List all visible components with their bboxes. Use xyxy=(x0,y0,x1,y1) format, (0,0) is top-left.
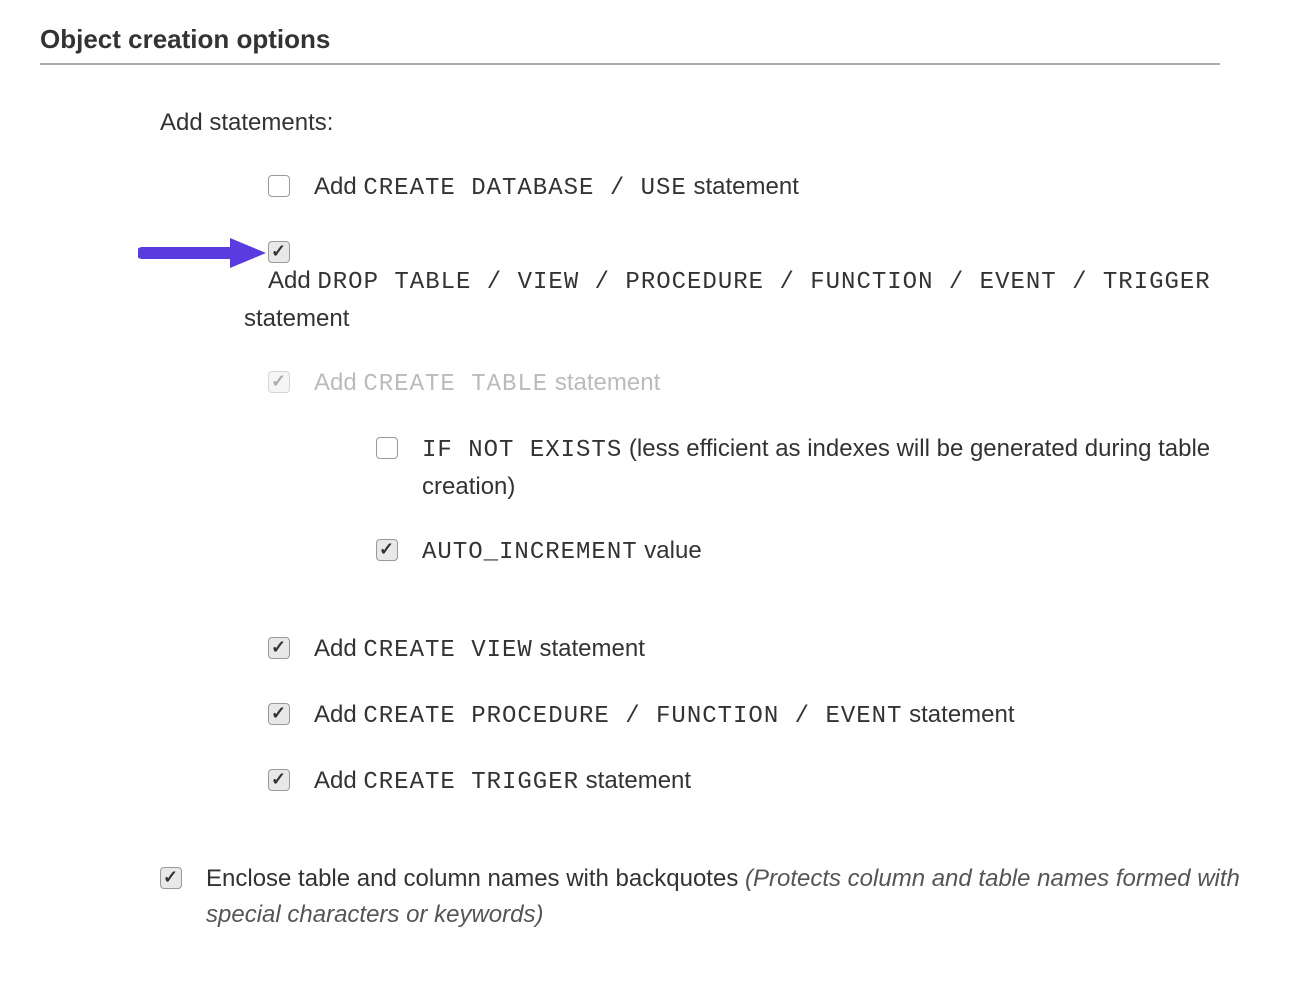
label-auto-increment: AUTO_INCREMENT value xyxy=(422,533,1256,571)
text-suffix: statement xyxy=(687,173,799,200)
text-suffix: value xyxy=(638,537,702,564)
checkbox-create-procedure[interactable] xyxy=(268,703,290,725)
option-create-procedure: Add CREATE PROCEDURE / FUNCTION / EVENT … xyxy=(268,697,1256,735)
label-drop-table: Add DROP TABLE / VIEW / PROCEDURE / FUNC… xyxy=(268,263,1256,337)
text-suffix: statement xyxy=(902,701,1014,728)
text-code: CREATE DATABASE / USE xyxy=(363,175,686,202)
text-code: IF NOT EXISTS xyxy=(422,437,622,464)
label-create-table: Add CREATE TABLE statement xyxy=(314,365,1256,403)
checkbox-create-database[interactable] xyxy=(268,175,290,197)
text-prefix: Add xyxy=(314,635,363,662)
label-create-database: Add CREATE DATABASE / USE statement xyxy=(314,169,1256,207)
text-prefix: Add xyxy=(314,767,363,794)
label-create-procedure: Add CREATE PROCEDURE / FUNCTION / EVENT … xyxy=(314,697,1256,735)
text-prefix: Add xyxy=(268,267,317,294)
text-prefix: Add xyxy=(314,369,363,396)
option-auto-increment: AUTO_INCREMENT value xyxy=(376,533,1256,571)
checkbox-create-view[interactable] xyxy=(268,637,290,659)
option-create-trigger: Add CREATE TRIGGER statement xyxy=(268,763,1256,801)
text-prefix: Add xyxy=(314,173,363,200)
option-if-not-exists: IF NOT EXISTS (less efficient as indexes… xyxy=(376,431,1256,505)
checkbox-create-trigger[interactable] xyxy=(268,769,290,791)
text-code: CREATE VIEW xyxy=(363,637,532,664)
checkbox-backquotes[interactable] xyxy=(160,867,182,889)
checkbox-auto-increment[interactable] xyxy=(376,539,398,561)
label-if-not-exists: IF NOT EXISTS (less efficient as indexes… xyxy=(422,431,1256,505)
add-statements-heading: Add statements: xyxy=(160,105,1256,141)
option-backquotes: Enclose table and column names with back… xyxy=(160,861,1256,933)
text-code: CREATE TABLE xyxy=(363,371,548,398)
text-prefix: Enclose table and column names with back… xyxy=(206,865,745,892)
text-prefix: Add xyxy=(314,701,363,728)
label-create-trigger: Add CREATE TRIGGER statement xyxy=(314,763,1256,801)
text-code: CREATE PROCEDURE / FUNCTION / EVENT xyxy=(363,703,902,730)
option-create-table: Add CREATE TABLE statement xyxy=(268,365,1256,403)
checkbox-if-not-exists[interactable] xyxy=(376,437,398,459)
checkbox-create-table xyxy=(268,371,290,393)
arrow-right-icon xyxy=(138,235,268,271)
text-code: CREATE TRIGGER xyxy=(363,769,579,796)
option-create-view: Add CREATE VIEW statement xyxy=(268,631,1256,669)
option-create-database: Add CREATE DATABASE / USE statement xyxy=(268,169,1256,207)
section-header: Object creation options xyxy=(40,20,1220,65)
text-code: AUTO_INCREMENT xyxy=(422,539,638,566)
label-create-view: Add CREATE VIEW statement xyxy=(314,631,1256,669)
text-code: DROP TABLE / VIEW / PROCEDURE / FUNCTION… xyxy=(317,269,1210,296)
checkbox-drop-table[interactable] xyxy=(268,241,290,263)
text-suffix: statement xyxy=(579,767,691,794)
text-suffix: statement xyxy=(533,635,645,662)
label-backquotes: Enclose table and column names with back… xyxy=(206,861,1256,933)
option-drop-table: Add DROP TABLE / VIEW / PROCEDURE / FUNC… xyxy=(268,235,1256,337)
text-suffix: statement xyxy=(244,301,1256,337)
text-suffix: statement xyxy=(548,369,660,396)
